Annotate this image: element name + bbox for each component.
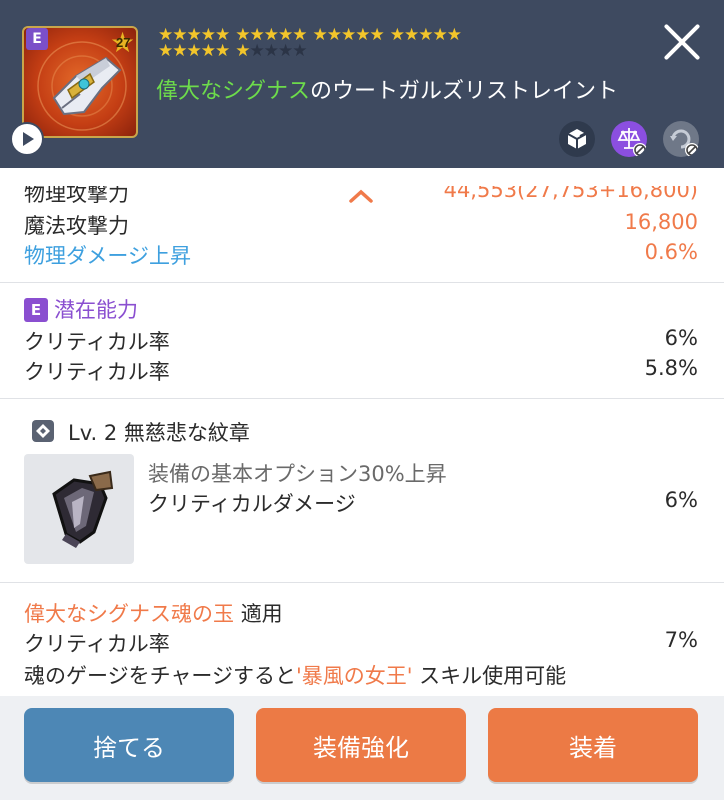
star-icon: ★ xyxy=(389,25,405,45)
star-icon: ★ xyxy=(326,25,342,45)
emblem-thumbnail xyxy=(24,454,134,564)
item-name-base: のウートガルズリストレイント xyxy=(310,79,619,104)
gauntlet-icon xyxy=(52,470,114,548)
star-icon: ★ xyxy=(278,41,293,61)
star-icon: ★ xyxy=(292,41,307,61)
scroll-mask xyxy=(0,168,724,186)
close-button[interactable] xyxy=(660,20,704,64)
star-icon: ★ xyxy=(200,41,216,61)
star-force-row-2: ★★★★★ ★★★★★ xyxy=(158,41,308,61)
stat-value: 6% xyxy=(664,326,698,350)
stat-label: クリティカル率 xyxy=(24,360,170,384)
star-icon: ★ xyxy=(355,25,370,45)
soul-name: 偉大なシグナス魂の玉 xyxy=(24,602,234,626)
item-header: E ★ 27 ★★★★★ ★★★★★ ★★★★★ ★★★★★ ★★★★★ ★★★★★ 偉… xyxy=(0,0,724,168)
stat-row: 物理ダメージ上昇 0.6% xyxy=(24,240,698,270)
refresh-locked-icon[interactable] xyxy=(662,120,700,158)
potential-grade-badge: E xyxy=(24,298,48,322)
soul-title-row: 偉大なシグナス魂の玉 適用 xyxy=(24,598,698,628)
star-icon: ★ xyxy=(186,41,202,61)
star-icon: ★ xyxy=(432,25,448,45)
potential-row: クリティカル率 5.8% xyxy=(24,356,698,386)
emblem-stat-row: クリティカルダメージ 6% xyxy=(148,488,698,518)
chevron-up-icon[interactable] xyxy=(348,188,374,204)
equip-button[interactable]: 装着 xyxy=(488,708,698,782)
star-icon: ★ xyxy=(404,25,419,45)
star-icon: ★ xyxy=(312,25,328,45)
stat-label: 魔法攻撃力 xyxy=(24,214,129,238)
emblem-option: 装備の基本オプション30%上昇 xyxy=(148,462,447,486)
soul-desc-after: スキル使用可能 xyxy=(412,664,567,688)
star-icon: ★ xyxy=(341,25,356,45)
soul-desc-before: 魂のゲージをチャージすると xyxy=(24,664,296,688)
stat-label: クリティカルダメージ xyxy=(148,492,356,516)
item-name: 偉大なシグナスのウートガルズリストレイント xyxy=(156,73,618,105)
potential-section: E 潜在能力 クリティカル率 6% クリティカル率 5.8% xyxy=(0,282,724,399)
item-name-set: 偉大なシグナス xyxy=(156,79,311,104)
emblem-title: Lv. 2 無慈悲な紋章 xyxy=(68,421,250,445)
level-badge: ★ 27 xyxy=(110,29,138,57)
star-icon: ★ xyxy=(369,25,385,45)
stat-label: 物理ダメージ上昇 xyxy=(24,244,191,268)
emblem-title-row: Lv. 2 無慈悲な紋章 xyxy=(68,417,698,447)
star-icon: ★ xyxy=(215,41,230,61)
stat-label: クリティカル率 xyxy=(24,632,170,656)
play-button[interactable] xyxy=(10,122,44,156)
stat-row: 魔法攻撃力 16,800 xyxy=(24,210,698,240)
level-number: 27 xyxy=(116,35,131,50)
stat-value: 0.6% xyxy=(644,240,698,264)
stat-value: 16,800 xyxy=(624,210,698,234)
box-arrow-icon[interactable] xyxy=(558,120,596,158)
discard-button[interactable]: 捨てる xyxy=(24,708,234,782)
star-icon: ★ xyxy=(158,41,173,61)
enhance-button[interactable]: 装備強化 xyxy=(256,708,466,782)
soul-section: 偉大なシグナス魂の玉 適用 クリティカル率 7% 魂のゲージをチャージすると'暴… xyxy=(0,582,724,696)
potential-title: 潜在能力 xyxy=(54,298,138,322)
star-icon: ★ xyxy=(235,41,250,61)
soul-skill-name: '暴風の女王' xyxy=(295,664,413,688)
action-bar: 捨てる 装備強化 装着 xyxy=(0,696,724,800)
soul-applied: 適用 xyxy=(240,602,283,626)
potential-row: クリティカル率 6% xyxy=(24,326,698,356)
emblem-diamond-icon xyxy=(32,420,54,442)
emblem-option-row: 装備の基本オプション30%上昇 xyxy=(148,458,698,488)
soul-desc-row: 魂のゲージをチャージすると'暴風の女王' スキル使用可能 xyxy=(24,660,698,690)
stat-value: 7% xyxy=(664,628,698,652)
scale-locked-icon[interactable] xyxy=(610,120,648,158)
soul-stat-row: クリティカル率 7% xyxy=(24,628,698,658)
stat-label: クリティカル率 xyxy=(24,330,170,354)
star-icon: ★ xyxy=(418,25,433,45)
stat-value: 6% xyxy=(664,488,698,512)
grade-badge: E xyxy=(26,28,48,50)
stat-value: 5.8% xyxy=(644,356,698,380)
potential-title-row: E 潜在能力 xyxy=(24,294,698,324)
star-icon: ★ xyxy=(172,41,187,61)
star-icon: ★ xyxy=(263,41,279,61)
star-icon: ★ xyxy=(249,41,265,61)
item-detail-scroll[interactable]: 物理攻撃力 44,553(27,753+16,800) 魔法攻撃力 16,800… xyxy=(0,168,724,696)
star-icon: ★ xyxy=(446,25,462,45)
